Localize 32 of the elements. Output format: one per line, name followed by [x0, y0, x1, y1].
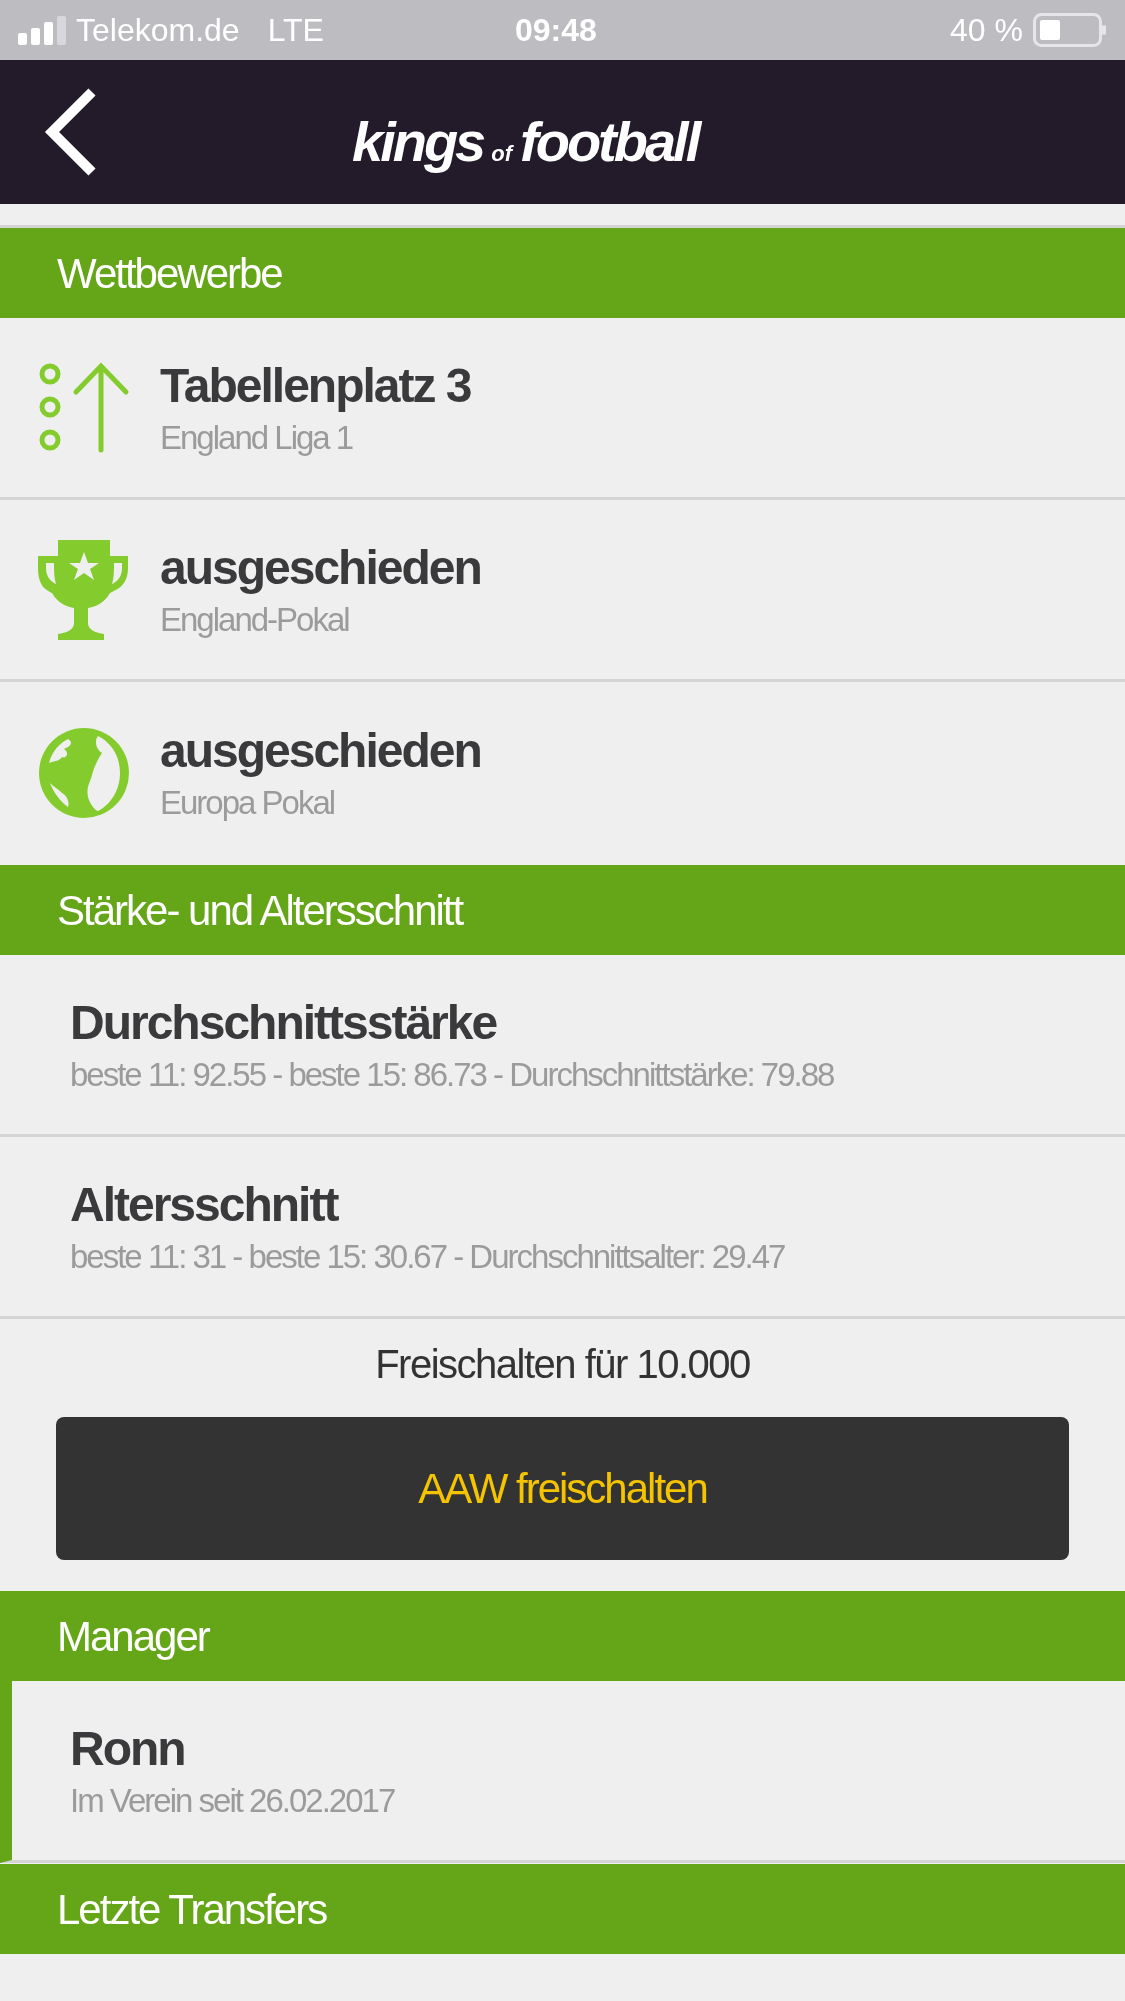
row-title: ausgeschieden — [160, 539, 481, 596]
row-subtitle: Europa Pokal — [160, 783, 336, 823]
globe-icon — [38, 727, 130, 819]
battery-percent: 40 % — [950, 11, 1023, 50]
signal-icon — [18, 15, 68, 45]
row-title: Ronn — [70, 1720, 186, 1777]
trophy-icon — [38, 537, 130, 642]
row-subtitle: beste 11: 92.55 - beste 15: 86.73 - Durchschnittstärke: 79.88 — [70, 1054, 834, 1095]
row-title: Altersschnitt — [70, 1176, 339, 1233]
clock-time: 09:48 — [515, 11, 597, 50]
carrier-name: Telekom.de — [76, 11, 240, 50]
back-chevron-icon — [42, 87, 98, 177]
row-title: Tabellenplatz 3 — [160, 357, 471, 414]
list-row[interactable]: Ronn Im Verein seit 26.02.2017 — [0, 1681, 1125, 1863]
unlock-price-text: Freischalten für 10.000 — [375, 1341, 750, 1388]
row-subtitle: beste 11: 31 - beste 15: 30.67 - Durchschnittsalter: 29.47 — [70, 1236, 785, 1277]
section-header: Letzte Transfers — [0, 1864, 1125, 1954]
network-type: LTE — [267, 11, 324, 50]
section-header: Manager — [0, 1591, 1125, 1681]
logo-word: football — [520, 109, 699, 175]
row-subtitle: England Liga 1 — [160, 417, 354, 458]
section-header: Wettbewerbe — [0, 228, 1125, 318]
battery-icon — [1033, 13, 1107, 47]
section-header: Stärke- und Altersschnitt — [0, 865, 1125, 955]
row-subtitle: England-Pokal — [160, 599, 350, 640]
logo-word: kings — [352, 109, 484, 175]
ranking-up-arrow-icon — [38, 361, 130, 454]
unlock-button[interactable]: AAW freischalten — [56, 1417, 1069, 1560]
logo-small-word: of — [491, 140, 513, 168]
row-title: ausgeschieden — [160, 723, 481, 779]
row-title: Durchschnittsstärke — [70, 994, 498, 1051]
row-subtitle: Im Verein seit 26.02.2017 — [70, 1780, 395, 1821]
